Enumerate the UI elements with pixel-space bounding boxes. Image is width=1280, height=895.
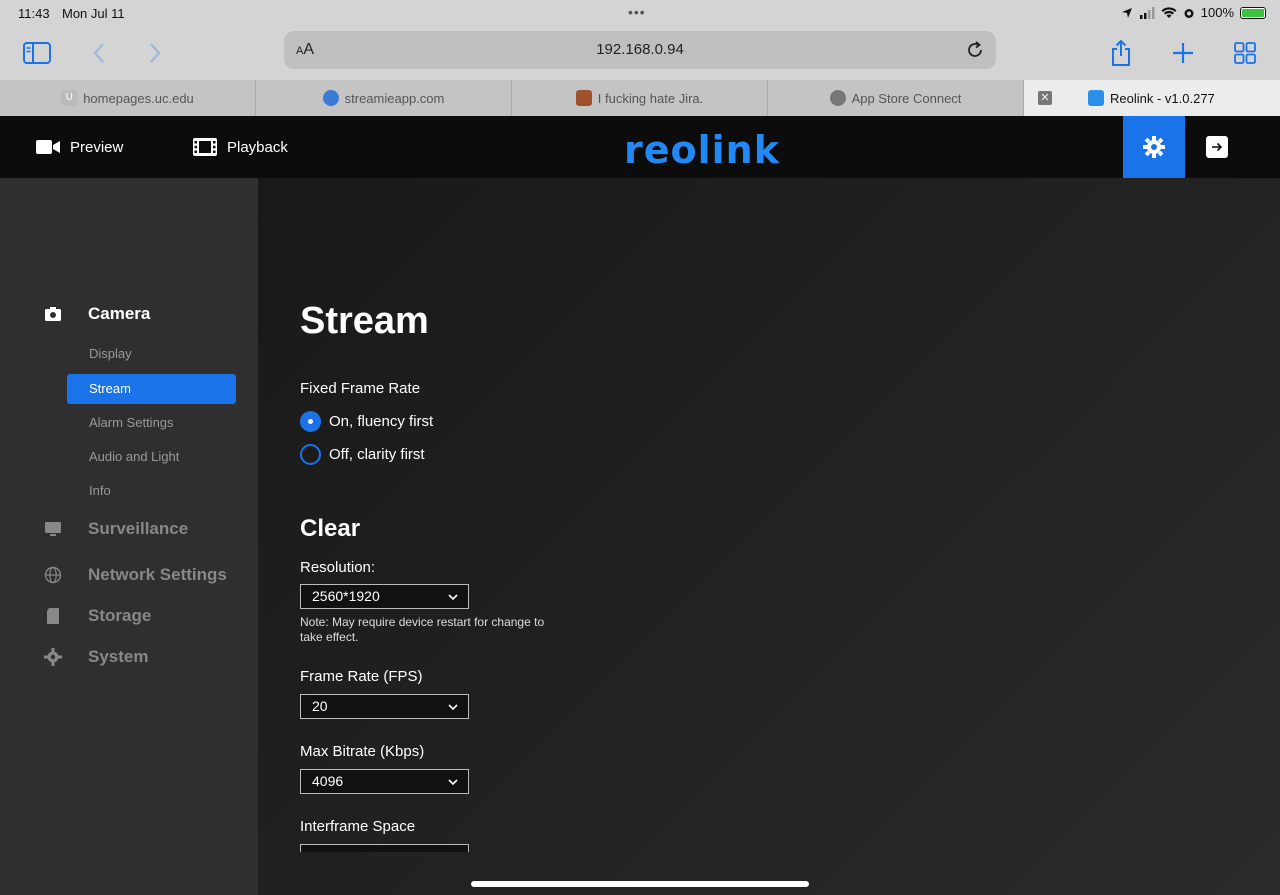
sidebar-item-audio-and-light[interactable]: Audio and Light [67, 442, 236, 472]
sidebar-item-stream[interactable]: Stream [67, 374, 236, 404]
logout-button[interactable] [1206, 136, 1228, 158]
sidebar-item-alarm-settings[interactable]: Alarm Settings [67, 408, 236, 438]
app-header: Preview Playback reolink [0, 116, 1280, 178]
sidebar-section-network-settings[interactable]: Network Settings [0, 565, 258, 585]
sidebar-item-display[interactable]: Display [67, 339, 236, 369]
battery-percent: 100% [1200, 5, 1234, 20]
avatar-favicon-icon [575, 90, 592, 106]
tab-app-store-connect[interactable]: App Store Connect [768, 80, 1024, 116]
sidebar-section-label: Surveillance [88, 519, 189, 538]
radio-button-checked[interactable] [300, 411, 321, 432]
status-time: 11:43 [18, 6, 50, 21]
arrow-right-icon [1212, 142, 1223, 152]
reolink-logo: reolink [624, 128, 780, 172]
settings-button[interactable] [1123, 116, 1185, 178]
alarm-icon [1184, 8, 1194, 18]
sidebar-section-label: System [88, 647, 149, 666]
playback-label: Playback [227, 138, 288, 156]
sidebar-section-storage[interactable]: Storage [0, 606, 258, 626]
interframe-label: Interframe Space [300, 818, 416, 835]
tab-streamie[interactable]: streamieapp.com [256, 80, 512, 116]
status-date: Mon Jul 11 [62, 6, 125, 21]
forward-icon[interactable] [138, 36, 172, 70]
globe-icon [44, 566, 62, 584]
penguin-favicon-icon [322, 90, 339, 106]
resolution-label: Resolution: [300, 559, 376, 576]
settings-sidebar: Camera Display Stream Alarm Settings Aud… [0, 178, 258, 895]
preview-label: Preview [70, 138, 124, 156]
tab-bar: U homepages.uc.edu streamieapp.com I fuc… [0, 80, 1280, 116]
tab-label: Reolink - v1.0.277 [1110, 90, 1215, 106]
tab-label: App Store Connect [851, 90, 962, 106]
u-favicon-icon: U [61, 90, 78, 106]
fps-select[interactable]: 20 [300, 694, 469, 719]
status-indicators: 100% [1121, 5, 1266, 20]
camera-icon [45, 307, 61, 321]
chevron-down-icon [448, 594, 458, 601]
tab-overview-icon[interactable] [1228, 36, 1262, 70]
select-value: 20 [312, 698, 328, 714]
sidebar-section-surveillance[interactable]: Surveillance [0, 519, 258, 539]
film-icon [193, 138, 217, 156]
share-icon[interactable] [1104, 36, 1138, 70]
tab-reolink[interactable]: ✕ Reolink - v1.0.277 [1024, 80, 1280, 116]
reolink-favicon-icon [1088, 90, 1104, 106]
new-tab-icon[interactable] [1166, 36, 1200, 70]
battery-icon [1240, 6, 1266, 19]
tab-homepages[interactable]: U homepages.uc.edu [0, 80, 256, 116]
radio-label: On, fluency first [329, 413, 434, 430]
monitor-icon [45, 522, 61, 536]
video-camera-icon [36, 140, 60, 154]
playback-button[interactable]: Playback [193, 116, 288, 178]
tab-label: I fucking hate Jira. [597, 90, 704, 106]
radio-clarity-first[interactable]: Off, clarity first [300, 444, 425, 465]
tab-label: homepages.uc.edu [83, 90, 194, 106]
select-value: 2560*1920 [312, 588, 380, 604]
sidebar-section-label: Camera [88, 304, 151, 323]
location-icon [1121, 7, 1132, 18]
home-indicator[interactable] [471, 881, 809, 887]
preview-button[interactable]: Preview [36, 116, 123, 178]
address-url[interactable]: 192.168.0.94 [284, 41, 996, 58]
fps-label: Frame Rate (FPS) [300, 668, 423, 685]
back-icon[interactable] [82, 36, 116, 70]
multitasking-dots-icon[interactable]: ••• [628, 4, 646, 20]
interframe-select[interactable] [300, 844, 469, 852]
radio-button[interactable] [300, 444, 321, 465]
signal-icon [1139, 6, 1155, 19]
browser-toolbar: AA 192.168.0.94 [0, 28, 1280, 80]
select-value: 4096 [312, 773, 344, 789]
sidebar-section-system[interactable]: System [0, 647, 258, 667]
bitrate-select[interactable]: 4096 [300, 769, 469, 794]
chevron-down-icon [448, 704, 458, 711]
reload-icon[interactable] [964, 39, 986, 61]
chevron-down-icon [448, 779, 458, 786]
tab-label: streamieapp.com [344, 90, 445, 106]
apple-favicon-icon [829, 90, 846, 106]
sidebar-section-label: Storage [88, 606, 152, 625]
close-tab-icon[interactable]: ✕ [1038, 91, 1052, 105]
fixed-frame-rate-label: Fixed Frame Rate [300, 380, 421, 397]
radio-label: Off, clarity first [329, 446, 425, 463]
wifi-icon [1161, 6, 1177, 18]
sidebar-section-camera[interactable]: Camera [0, 304, 258, 324]
bitrate-label: Max Bitrate (Kbps) [300, 743, 425, 760]
restart-note: Note: May require device restart for cha… [300, 615, 545, 644]
radio-fluency-first[interactable]: On, fluency first [300, 411, 433, 432]
status-bar: 11:43 Mon Jul 11 ••• 100% [0, 0, 1280, 28]
sd-card-icon [47, 608, 59, 624]
clear-section-title: Clear [300, 515, 361, 542]
tab-jira[interactable]: I fucking hate Jira. [512, 80, 768, 116]
sidebar-section-label: Network Settings [88, 565, 227, 584]
gear-icon [44, 648, 62, 666]
page-title: Stream [300, 300, 429, 342]
gear-icon [1143, 136, 1165, 158]
sidebar-item-info[interactable]: Info [67, 476, 236, 506]
resolution-select[interactable]: 2560*1920 [300, 584, 469, 609]
address-bar[interactable]: AA 192.168.0.94 [284, 31, 996, 69]
sidebar-toggle-icon[interactable] [20, 36, 54, 70]
settings-content: Stream Fixed Frame Rate On, fluency firs… [258, 178, 1280, 895]
